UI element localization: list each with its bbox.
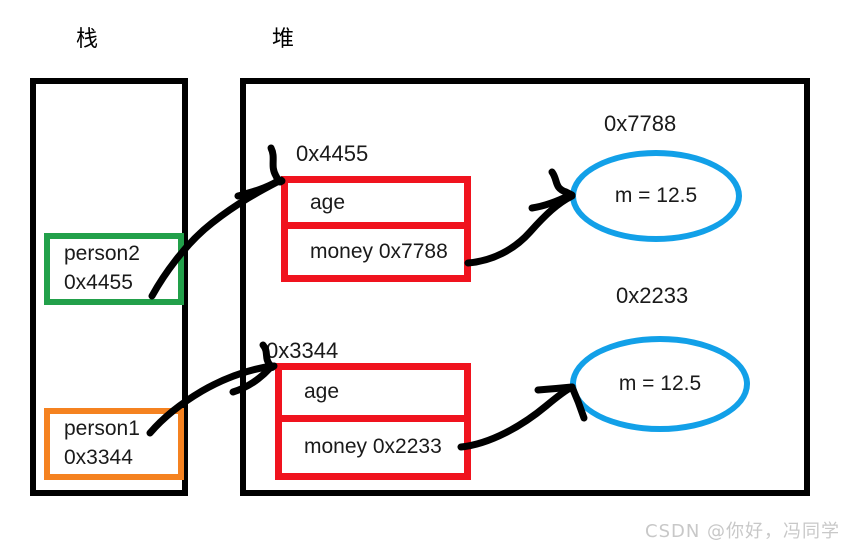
- heap-object-0x7788-value: m = 12.5: [614, 184, 698, 207]
- heap-struct-0x3344[interactable]: age money 0x2233: [275, 363, 471, 480]
- heap-struct-0x4455[interactable]: age money 0x7788: [281, 176, 471, 282]
- heap-object-0x7788[interactable]: m = 12.5: [570, 150, 742, 242]
- stack-variable-person2-value: 0x4455: [64, 271, 133, 294]
- heap-struct-0x3344-field-money: money 0x2233: [304, 435, 442, 459]
- struct-address-label-0x4455: 0x4455: [296, 141, 369, 166]
- diagram-canvas: 栈 堆 person2 0x4455 person1 0x3344 0x4455…: [0, 0, 849, 546]
- heap-struct-0x3344-field-age: age: [282, 370, 464, 422]
- stack-variable-person1[interactable]: person1 0x3344: [44, 408, 184, 480]
- struct-address-label-0x3344: 0x3344: [266, 338, 339, 363]
- stack-variable-person2-name: person2: [64, 242, 140, 266]
- stack-title: 栈: [76, 27, 99, 52]
- heap-title: 堆: [272, 27, 295, 52]
- heap-object-0x2233[interactable]: m = 12.5: [570, 336, 750, 432]
- object-address-label-0x2233: 0x2233: [616, 283, 689, 308]
- object-address-label-0x7788: 0x7788: [604, 111, 677, 136]
- stack-variable-person1-value: 0x3344: [64, 446, 133, 469]
- watermark: CSDN @你好，冯同学: [645, 521, 841, 542]
- stack-variable-person1-name: person1: [64, 417, 140, 441]
- stack-variable-person2[interactable]: person2 0x4455: [44, 233, 184, 305]
- heap-struct-0x4455-field-age: age: [288, 183, 464, 229]
- heap-object-0x2233-value: m = 12.5: [618, 372, 702, 395]
- heap-struct-0x4455-field-money: money 0x7788: [310, 240, 448, 263]
